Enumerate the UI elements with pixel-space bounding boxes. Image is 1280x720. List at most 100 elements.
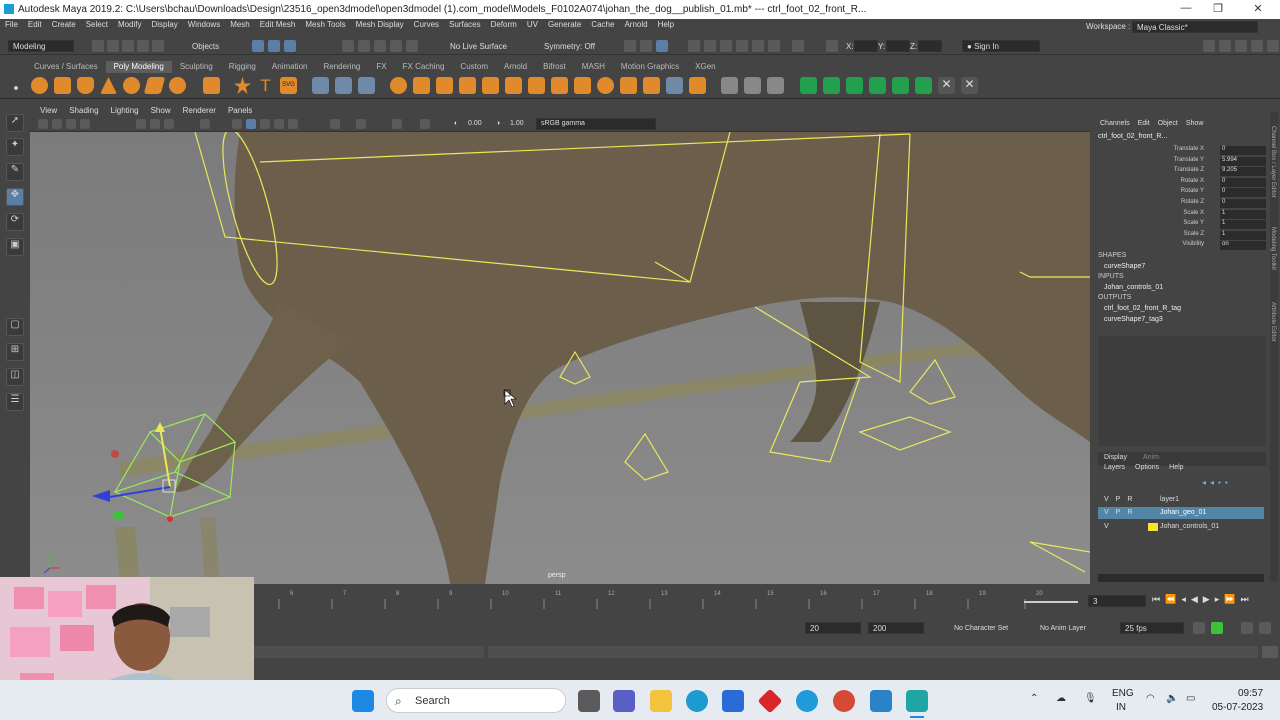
- character-set-dropdown[interactable]: No Character Set: [954, 625, 1008, 632]
- tab-anim[interactable]: Anim: [1143, 454, 1159, 464]
- go-to-start-icon[interactable]: ⏮: [1152, 594, 1160, 605]
- vp-menu-panels[interactable]: Panels: [222, 106, 258, 117]
- output-node[interactable]: curveShape7_tag3: [1104, 316, 1163, 323]
- mirror-icon[interactable]: [413, 77, 430, 94]
- volume-icon[interactable]: 🔈: [1166, 693, 1178, 704]
- attr-value[interactable]: 1: [1220, 230, 1266, 240]
- render-settings-icon[interactable]: [688, 40, 700, 52]
- textured-icon[interactable]: [274, 119, 284, 129]
- clock-date[interactable]: 05-07-2023: [1212, 702, 1263, 713]
- y-input[interactable]: [886, 40, 910, 52]
- layer-color-swatch[interactable]: [1148, 523, 1158, 531]
- attr-translate-x[interactable]: Translate X 0: [1092, 146, 1268, 156]
- shelf-tab-sculpting[interactable]: Sculpting: [172, 61, 221, 73]
- uv-planar-icon[interactable]: [800, 77, 817, 94]
- maya-taskbar-icon[interactable]: [906, 690, 928, 712]
- channel-box-icon[interactable]: [1251, 40, 1263, 52]
- open-scene-icon[interactable]: [107, 40, 119, 52]
- uv-spherical-icon[interactable]: [846, 77, 863, 94]
- bridge-icon[interactable]: [459, 77, 476, 94]
- ipr-render-icon[interactable]: [656, 40, 668, 52]
- layer-flag-p[interactable]: P: [1116, 509, 1121, 516]
- four-view-icon[interactable]: ⊞: [6, 343, 24, 361]
- shelf-tab-motion-graphics[interactable]: Motion Graphics: [613, 61, 687, 73]
- menu-create[interactable]: Create: [47, 19, 81, 33]
- shelf-tab-poly-modeling[interactable]: Poly Modeling: [105, 61, 172, 73]
- layer-flag-v[interactable]: V: [1104, 509, 1109, 516]
- new-scene-icon[interactable]: [92, 40, 104, 52]
- attr-translate-y[interactable]: Translate Y 5.994: [1092, 156, 1268, 167]
- poly-cube-icon[interactable]: [54, 77, 71, 94]
- play-forwards-icon[interactable]: ▶: [1203, 594, 1210, 605]
- menu-set-dropdown[interactable]: Modeling: [8, 40, 74, 52]
- color-space-dropdown[interactable]: sRGB gamma: [536, 118, 656, 130]
- edge-icon[interactable]: [686, 690, 708, 712]
- attr-scale-y[interactable]: Scale Y 1: [1092, 220, 1268, 230]
- attr-value[interactable]: 5.994: [1220, 156, 1266, 166]
- wireframe-icon[interactable]: [232, 119, 242, 129]
- rotate-tool-icon[interactable]: ⟳: [6, 213, 24, 231]
- single-view-icon[interactable]: ▢: [6, 318, 24, 336]
- shelf-tab-fx[interactable]: FX: [368, 61, 394, 73]
- task-view-icon[interactable]: [578, 690, 600, 712]
- layer-row-selected[interactable]: VPR Johan_geo_01: [1098, 507, 1264, 519]
- shelf-tab-xgen[interactable]: XGen: [687, 61, 723, 73]
- fps-dropdown[interactable]: 25 fps: [1120, 622, 1184, 634]
- paint-select-icon[interactable]: ✎: [6, 163, 24, 181]
- cut-uv-icon[interactable]: ✕: [961, 77, 978, 94]
- menu-display[interactable]: Display: [147, 19, 183, 33]
- wireframe-on-shaded-icon[interactable]: [260, 119, 270, 129]
- smooth-icon[interactable]: [358, 77, 375, 94]
- loop-icon[interactable]: [1193, 622, 1205, 634]
- menu-edit-mesh[interactable]: Edit Mesh: [255, 19, 301, 33]
- side-tab-channel-box[interactable]: Channel Box / Layer Editor: [1270, 126, 1276, 198]
- select-hierarchy-icon[interactable]: [252, 40, 264, 52]
- shelf-tab-animation[interactable]: Animation: [264, 61, 316, 73]
- menu-file[interactable]: File: [0, 19, 23, 33]
- range-end-field[interactable]: 200: [868, 622, 924, 634]
- shelf-tab-bifrost[interactable]: Bifrost: [535, 61, 574, 73]
- teams-icon[interactable]: [613, 690, 635, 712]
- wedge-icon[interactable]: [643, 77, 660, 94]
- shelf-tab-rendering[interactable]: Rendering: [315, 61, 368, 73]
- menu-windows[interactable]: Windows: [183, 19, 225, 33]
- extrude-icon[interactable]: [436, 77, 453, 94]
- menu-surfaces[interactable]: Surfaces: [444, 19, 486, 33]
- viewport-3d[interactable]: persp: [30, 132, 1090, 584]
- shelf-options-icon[interactable]: [14, 86, 18, 90]
- cb-menu-channels[interactable]: Channels: [1100, 120, 1130, 127]
- select-component-icon[interactable]: [284, 40, 296, 52]
- render-sequence-icon[interactable]: [640, 40, 652, 52]
- pause-ipr-icon[interactable]: [792, 40, 804, 52]
- poly-sphere-icon[interactable]: [31, 77, 48, 94]
- layer-menu-options[interactable]: Options: [1135, 464, 1159, 471]
- cb-menu-object[interactable]: Object: [1158, 120, 1178, 127]
- attr-rotate-z[interactable]: Rotate Z 0: [1092, 199, 1268, 209]
- move-layer-up-icon[interactable]: ◂: [1202, 478, 1206, 488]
- image-plane-icon[interactable]: [80, 119, 90, 129]
- arnold-ipr-icon[interactable]: [768, 40, 780, 52]
- scale-tool-icon[interactable]: ▣: [6, 238, 24, 256]
- layer-flag-v[interactable]: V: [1104, 523, 1109, 530]
- triangulate-icon[interactable]: [666, 77, 683, 94]
- attr-scale-x[interactable]: Scale X 1: [1092, 209, 1268, 220]
- play-backwards-icon[interactable]: ◀: [1191, 594, 1198, 605]
- close-button[interactable]: ✕: [1248, 2, 1268, 16]
- modeling-toolkit-icon[interactable]: [1203, 40, 1215, 52]
- new-layer-selected-icon[interactable]: ▪: [1225, 478, 1228, 488]
- undo-icon[interactable]: [137, 40, 149, 52]
- shelf-tab-rigging[interactable]: Rigging: [221, 61, 264, 73]
- file-explorer-icon[interactable]: [650, 690, 672, 712]
- new-empty-layer-icon[interactable]: ▪: [1218, 478, 1221, 488]
- render-frame-icon[interactable]: [624, 40, 636, 52]
- shadows-icon[interactable]: [330, 119, 340, 129]
- selection-mode-label[interactable]: Objects: [192, 42, 219, 51]
- arnold-render-icon[interactable]: [752, 40, 764, 52]
- circularize-icon[interactable]: [597, 77, 614, 94]
- transform-mode-icon[interactable]: [826, 40, 838, 52]
- move-tool-icon[interactable]: ✥: [6, 188, 24, 206]
- gamma-value[interactable]: 1.00: [510, 120, 524, 127]
- mel-input[interactable]: [254, 646, 484, 658]
- save-scene-icon[interactable]: [122, 40, 134, 52]
- snap-point-icon[interactable]: [374, 40, 386, 52]
